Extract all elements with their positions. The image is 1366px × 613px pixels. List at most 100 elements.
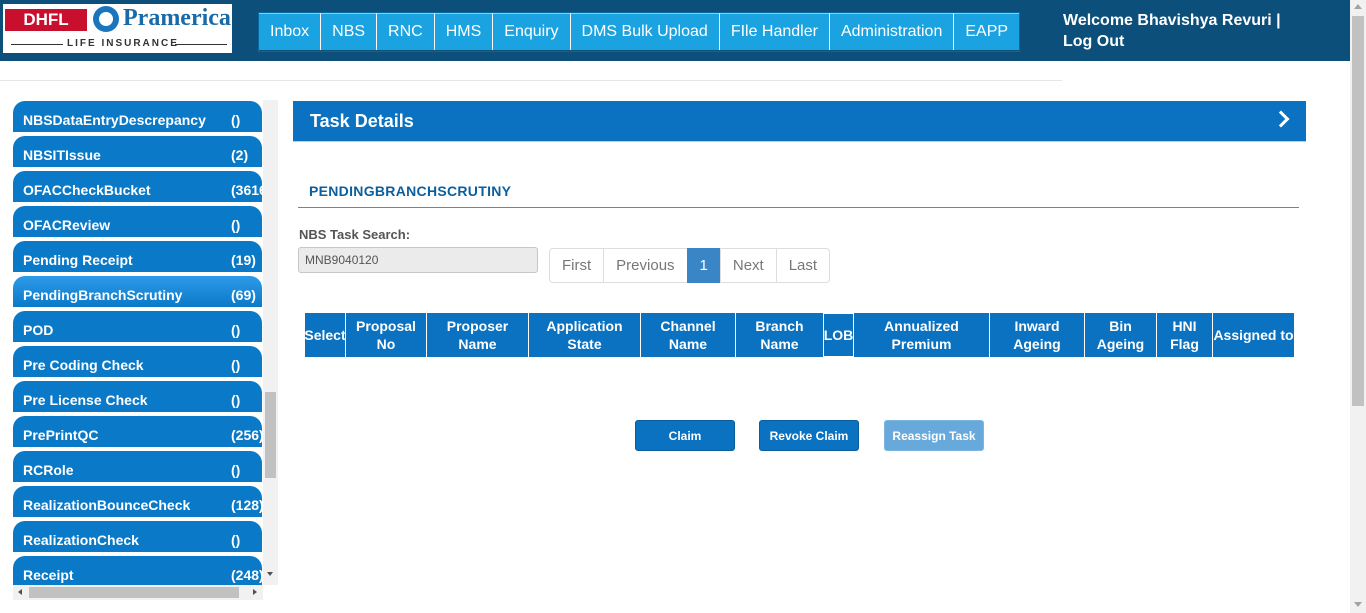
section-divider: [298, 207, 1299, 208]
nav-dms-bulk-upload[interactable]: DMS Bulk Upload: [570, 13, 720, 50]
nav-administration[interactable]: Administration: [829, 13, 955, 50]
column-header-hni-flag[interactable]: HNI Flag: [1157, 313, 1213, 357]
sidebar-item-count: (2): [231, 147, 249, 163]
dhfl-logo: DHFL: [5, 9, 87, 31]
sidebar-item[interactable]: Pre Coding Check (): [13, 346, 262, 377]
sidebar-item-label: NBSITIssue: [23, 147, 101, 163]
pager-last-button[interactable]: Last: [775, 248, 831, 283]
column-header-assigned-to[interactable]: Assigned to: [1213, 313, 1294, 357]
sidebar-horizontal-scrollbar[interactable]: [13, 585, 263, 600]
welcome-logout-link[interactable]: Welcome Bhavishya Revuri | Log Out: [1063, 10, 1313, 52]
sidebar-item-label: NBSDataEntryDescrepancy: [23, 112, 206, 128]
sidebar-item-count: (128): [231, 497, 264, 513]
scrollbar-thumb[interactable]: [29, 587, 239, 598]
claim-button[interactable]: Claim: [635, 420, 735, 451]
sidebar-item[interactable]: Receipt (248): [13, 556, 264, 587]
scroll-down-icon[interactable]: [1354, 602, 1362, 607]
page-scrollbar[interactable]: [1350, 0, 1366, 613]
sidebar-item-label: Pre Coding Check: [23, 357, 144, 373]
logo-tagline: LIFE INSURANCE: [67, 38, 179, 49]
nav-file-handler[interactable]: FIle Handler: [719, 13, 830, 50]
main-nav: Inbox NBS RNC HMS Enquiry DMS Bulk Uploa…: [258, 12, 1021, 52]
sidebar-item-count: (248): [231, 567, 264, 583]
column-header-proposal-no[interactable]: Proposal No: [346, 313, 427, 357]
sidebar-item[interactable]: RealizationCheck (): [13, 521, 262, 552]
revoke-claim-button[interactable]: Revoke Claim: [759, 420, 859, 451]
nav-inbox[interactable]: Inbox: [259, 13, 322, 50]
sidebar-item[interactable]: RealizationBounceCheck (128): [13, 486, 264, 517]
pramerica-mark-icon: [93, 6, 119, 32]
column-header-select[interactable]: Select: [304, 313, 346, 357]
scrollbar-thumb[interactable]: [1352, 16, 1364, 406]
sidebar-item-active[interactable]: PendingBranchScrutiny (69): [13, 276, 262, 307]
sidebar-item-label: Pre License Check: [23, 392, 148, 408]
sidebar-item-count: (): [231, 112, 241, 128]
sidebar-item[interactable]: POD (): [13, 311, 262, 342]
sidebar-item-label: OFACReview: [23, 217, 111, 233]
top-header: DHFL Pramerica LIFE INSURANCE Inbox NBS …: [0, 0, 1350, 61]
nav-eapp[interactable]: EAPP: [954, 13, 1020, 50]
sidebar-item-label: OFACCheckBucket: [23, 182, 151, 198]
sidebar-item[interactable]: OFACCheckBucket (3616: [13, 171, 267, 202]
task-details-panel-header[interactable]: Task Details: [293, 101, 1306, 142]
column-header-channel-name[interactable]: Channel Name: [641, 313, 736, 357]
column-header-application-state[interactable]: Application State: [529, 313, 641, 357]
nav-enquiry[interactable]: Enquiry: [493, 13, 571, 50]
nbs-task-search-input[interactable]: [298, 247, 538, 273]
search-label: NBS Task Search:: [299, 227, 411, 242]
sidebar-item-count: (): [231, 322, 241, 338]
sidebar-item-count: (69): [231, 287, 256, 303]
nav-nbs[interactable]: NBS: [321, 13, 378, 50]
sidebar-item-count: (256): [231, 427, 264, 443]
sidebar-item[interactable]: NBSDataEntryDescrepancy (): [13, 101, 262, 132]
sidebar-item-count: (): [231, 217, 241, 233]
sidebar-item-label: RealizationCheck: [23, 532, 139, 548]
sidebar-item-label: PrePrintQC: [23, 427, 99, 443]
sidebar-item[interactable]: RCRole (): [13, 451, 262, 482]
pager-first-button[interactable]: First: [549, 248, 605, 283]
task-table-header: Select Proposal No Proposer Name Applica…: [304, 313, 1294, 357]
column-header-lob[interactable]: LOB: [824, 313, 854, 357]
sidebar-item[interactable]: OFACReview (): [13, 206, 262, 237]
sidebar-item-label: PendingBranchScrutiny: [23, 287, 183, 303]
column-header-proposer-name[interactable]: Proposer Name: [427, 313, 529, 357]
scroll-down-icon[interactable]: [267, 572, 273, 576]
sidebar-item-count: (): [231, 462, 241, 478]
column-header-bin-ageing[interactable]: Bin Ageing: [1085, 313, 1157, 357]
sidebar-item-count: (): [231, 357, 241, 373]
pagination: First Previous 1 Next Last: [549, 248, 831, 283]
panel-title: Task Details: [310, 111, 414, 131]
sidebar-item-count: (3616: [231, 182, 267, 198]
column-header-branch-name[interactable]: Branch Name: [736, 313, 824, 357]
sidebar-item-count: (): [231, 532, 241, 548]
sidebar-item[interactable]: Pre License Check (): [13, 381, 262, 412]
company-logo: DHFL Pramerica LIFE INSURANCE: [3, 4, 232, 53]
pager-previous-button[interactable]: Previous: [603, 248, 688, 283]
scrollbar-thumb[interactable]: [265, 392, 276, 478]
column-header-inward-ageing[interactable]: Inward Ageing: [990, 313, 1085, 357]
sidebar-item[interactable]: PrePrintQC (256): [13, 416, 264, 447]
section-title: PENDINGBRANCHSCRUTINY: [309, 183, 512, 199]
pager-page-button[interactable]: 1: [686, 248, 721, 283]
nav-rnc[interactable]: RNC: [377, 13, 435, 50]
sidebar-item-label: RCRole: [23, 462, 74, 478]
sidebar-item[interactable]: NBSITIssue (2): [13, 136, 262, 167]
logo-divider: [11, 44, 63, 45]
nav-hms[interactable]: HMS: [434, 13, 494, 50]
sidebar-vertical-scrollbar[interactable]: [263, 100, 278, 585]
pramerica-logo-text: Pramerica: [123, 5, 231, 31]
sidebar-item-label: Receipt: [23, 567, 74, 583]
sidebar-item-count: (19): [231, 252, 256, 268]
scroll-right-icon[interactable]: [253, 589, 257, 595]
reassign-task-button[interactable]: Reassign Task: [884, 420, 984, 451]
chevron-right-icon[interactable]: [1272, 110, 1290, 128]
sidebar-item[interactable]: Pending Receipt (19): [13, 241, 262, 272]
scroll-left-icon[interactable]: [18, 589, 22, 595]
scroll-up-icon[interactable]: [1354, 4, 1362, 9]
column-header-annualized-premium[interactable]: Annualized Premium: [854, 313, 990, 357]
bucket-sidebar: NBSDataEntryDescrepancy() NBSITIssue (2) …: [0, 100, 278, 600]
divider: [0, 80, 1062, 81]
pager-next-button[interactable]: Next: [719, 248, 777, 283]
logo-divider: [175, 44, 227, 45]
sidebar-item-label: Pending Receipt: [23, 252, 133, 268]
